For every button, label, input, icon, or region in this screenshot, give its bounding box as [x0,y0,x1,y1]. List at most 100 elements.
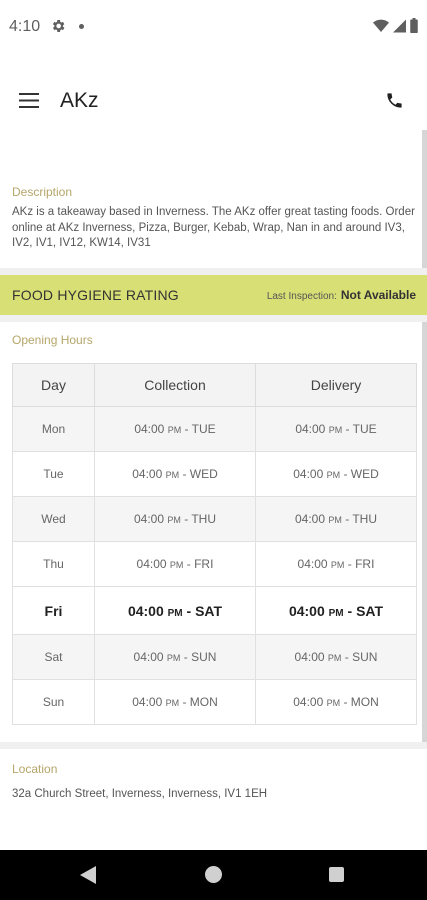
hygiene-rating-bar: FOOD HYGIENE RATING Last Inspection: Not … [0,275,427,315]
home-icon[interactable] [205,866,222,883]
delivery-cell: 04:00 PM - TUE [255,406,417,452]
menu-button[interactable] [14,85,44,115]
table-row-today: Fri 04:00 PM - SAT 04:00 PM - SAT [12,586,417,635]
header-collection: Collection [94,363,256,407]
delivery-pm: PM [327,653,342,663]
description-label: Description [12,185,73,199]
delivery-cell: 04:00 PM - THU [255,496,417,542]
app-bar: AKz [0,55,427,145]
opening-hours-label: Opening Hours [12,333,93,347]
collection-cell: 04:00 PM - WED [94,451,256,497]
last-inspection-value: Not Available [340,288,416,302]
day-cell: Sat [12,634,95,680]
delivery-cell: 04:00 PM - MON [255,679,417,725]
delivery-to: - THU [345,512,377,526]
call-button[interactable] [379,85,409,115]
collection-cell: 04:00 PM - THU [94,496,256,542]
delivery-time: 04:00 [293,695,324,709]
collection-to: - SUN [183,650,217,664]
delivery-time: 04:00 [294,650,325,664]
notification-dot-icon [79,24,84,29]
collection-time: 04:00 [134,422,165,436]
table-row: Tue 04:00 PM - WED 04:00 PM - WED [12,451,417,497]
collection-cell: 04:00 PM - TUE [94,406,256,452]
collection-to: - WED [182,467,218,481]
collection-time: 04:00 [134,512,165,526]
location-label: Location [12,762,58,776]
delivery-cell: 04:00 PM - FRI [255,541,417,587]
collection-time: 04:00 [132,695,163,709]
collection-pm: PM [165,698,180,708]
delivery-pm: PM [326,470,341,480]
recents-icon[interactable] [329,867,344,882]
phone-icon [386,92,402,108]
delivery-to: - FRI [347,557,375,571]
delivery-to: - MON [343,695,379,709]
back-icon[interactable] [80,866,96,889]
delivery-time: 04:00 [295,512,326,526]
delivery-cell: 04:00 PM - SUN [255,634,417,680]
hamburger-menu-icon [19,92,39,108]
location-address: 32a Church Street, Inverness, Inverness,… [12,788,268,800]
hygiene-rating-title: FOOD HYGIENE RATING [12,287,179,303]
day-cell: Mon [12,406,95,452]
delivery-pm: PM [328,515,342,525]
collection-to: - SAT [186,602,223,619]
page-title: AKz [60,89,99,112]
battery-icon [410,18,418,38]
signal-icon [393,19,406,38]
day-cell: Sun [12,679,95,725]
collection-to: - THU [184,512,216,526]
status-bar: 4:10 [0,0,427,55]
status-time: 4:10 [9,18,41,35]
delivery-cell: 04:00 PM - SAT [255,586,417,635]
collection-time: 04:00 [136,557,167,571]
day-cell: Wed [12,496,95,542]
collection-cell: 04:00 PM - MON [94,679,256,725]
collection-pm: PM [165,470,180,480]
collection-pm: PM [167,607,183,619]
table-row: Mon 04:00 PM - TUE 04:00 PM - TUE [12,406,417,452]
description-text: AKz is a takeaway based in Inverness. Th… [12,206,415,249]
collection-cell: 04:00 PM - SAT [94,586,256,635]
collection-to: - TUE [184,422,216,436]
delivery-pm: PM [330,560,345,570]
delivery-time: 04:00 [288,602,325,619]
last-inspection-label: Last Inspection: [266,291,337,302]
delivery-to: - WED [343,467,379,481]
wifi-icon [373,19,389,38]
scrollbar[interactable] [422,130,427,745]
delivery-to: - TUE [345,422,377,436]
day-cell: Thu [12,541,95,587]
collection-to: - MON [182,695,218,709]
status-icons [373,18,418,38]
day-cell: Tue [12,451,95,497]
collection-time: 04:00 [133,650,164,664]
collection-to: - FRI [186,557,214,571]
collection-pm: PM [167,515,181,525]
delivery-pm: PM [328,425,343,435]
header-delivery: Delivery [255,363,417,407]
delivery-to: - SUN [344,650,378,664]
delivery-to: - SAT [347,602,384,619]
collection-cell: 04:00 PM - FRI [94,541,256,587]
divider [0,268,427,275]
table-row: Thu 04:00 PM - FRI 04:00 PM - FRI [12,541,417,587]
day-cell: Fri [12,586,95,635]
header-day: Day [12,363,95,407]
table-row: Wed 04:00 PM - THU 04:00 PM - THU [12,496,417,542]
divider [0,742,427,749]
divider [0,315,427,322]
delivery-time: 04:00 [295,422,326,436]
table-header-row: Day Collection Delivery [12,363,417,407]
collection-cell: 04:00 PM - SUN [94,634,256,680]
collection-time: 04:00 [132,467,163,481]
last-inspection: Last Inspection: Not Available [267,288,416,302]
collection-pm: PM [167,425,182,435]
collection-pm: PM [166,653,181,663]
delivery-pm: PM [326,698,341,708]
gear-icon [50,18,66,39]
collection-pm: PM [169,560,184,570]
delivery-time: 04:00 [293,467,324,481]
collection-time: 04:00 [127,602,164,619]
